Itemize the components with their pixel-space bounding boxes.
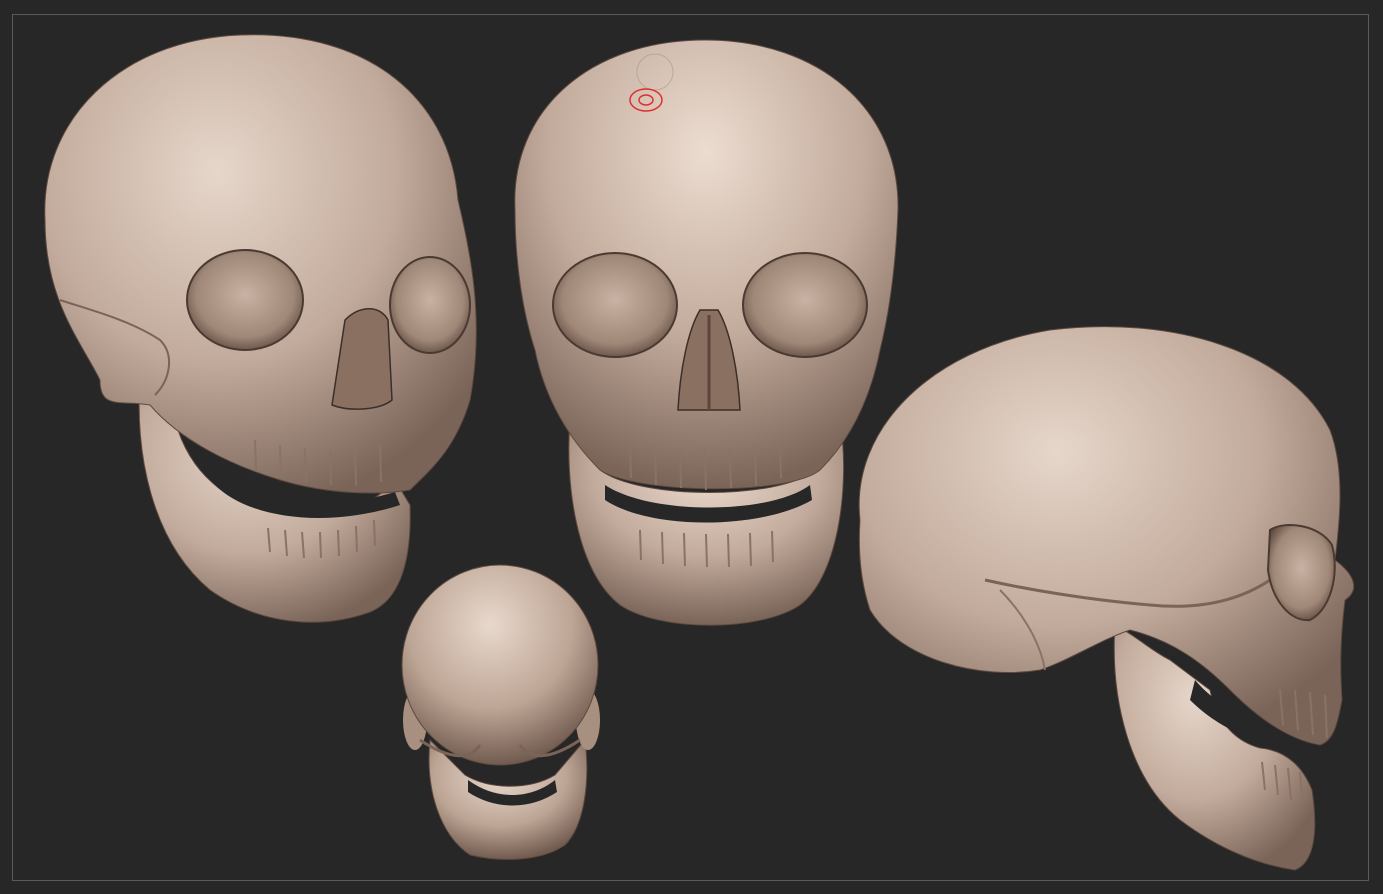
- skull-top-view[interactable]: [401, 564, 600, 860]
- eye-socket-left: [552, 252, 678, 358]
- skull-three-quarter-view[interactable]: [44, 34, 477, 623]
- eye-socket-left: [186, 249, 304, 351]
- zbrush-viewport[interactable]: [0, 0, 1383, 894]
- sculpt-canvas[interactable]: [0, 0, 1383, 894]
- eye-socket-right: [742, 252, 868, 358]
- eye-socket-right: [389, 256, 471, 354]
- skull-front-view[interactable]: [514, 39, 899, 626]
- skull-side-view[interactable]: [858, 326, 1355, 871]
- cranium: [401, 564, 599, 766]
